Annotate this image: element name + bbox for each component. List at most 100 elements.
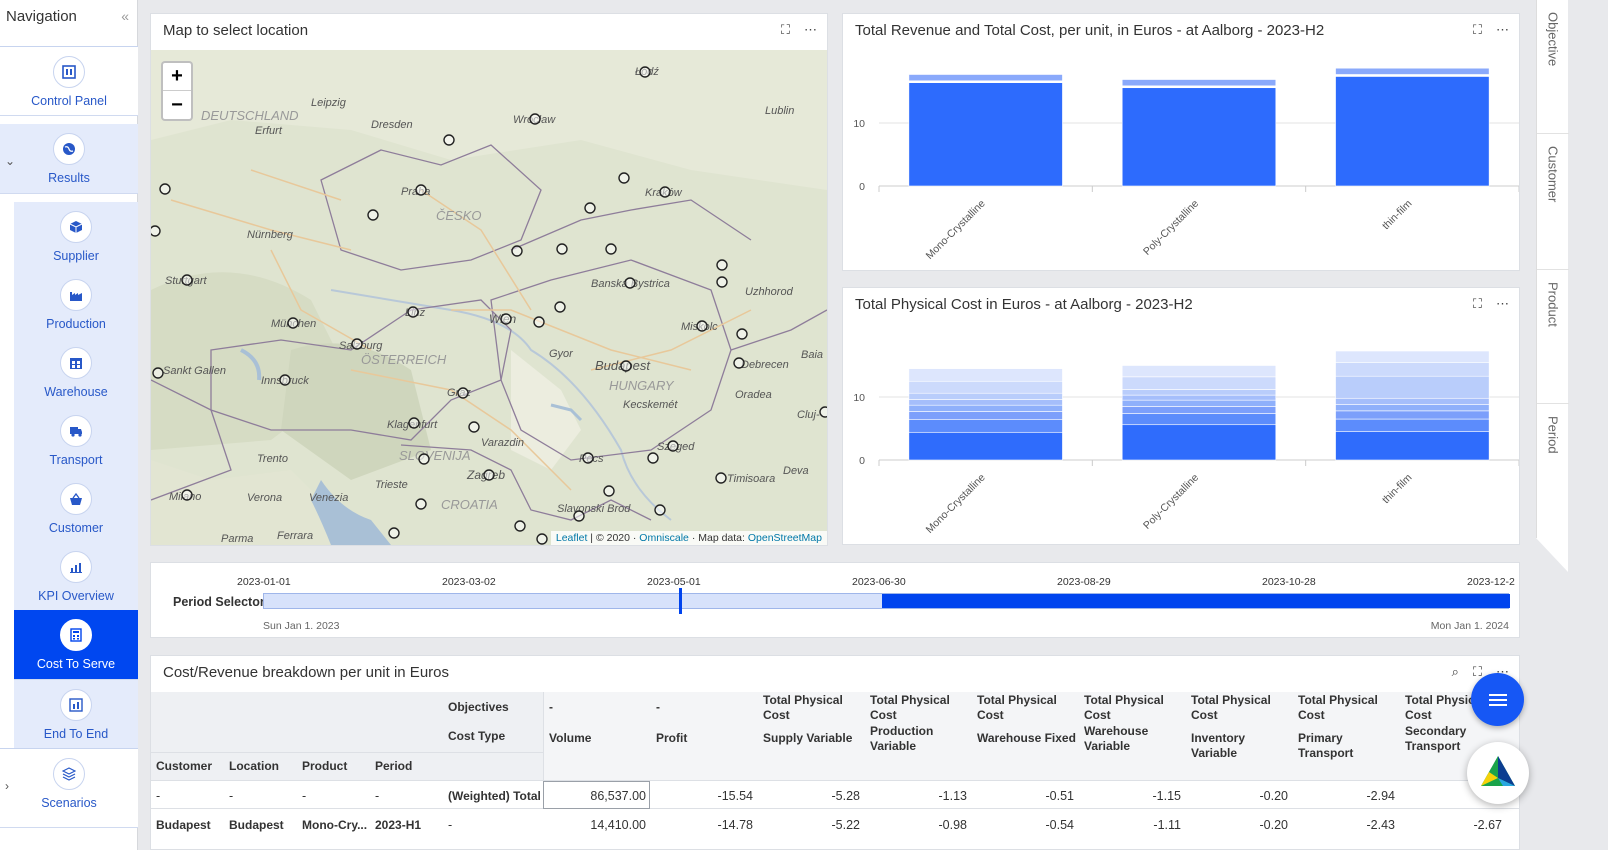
- chevron-right-icon[interactable]: ›: [5, 779, 9, 793]
- nav-item-scenarios[interactable]: › Scenarios: [0, 748, 138, 828]
- tab-objective[interactable]: Objective: [1537, 0, 1569, 134]
- dim-header-product[interactable]: Product: [302, 759, 347, 774]
- location-marker[interactable]: [716, 276, 728, 288]
- more-icon[interactable]: ⋯: [804, 22, 817, 38]
- location-marker[interactable]: [181, 489, 193, 501]
- location-marker[interactable]: [603, 485, 615, 497]
- nav-item-supplier[interactable]: Supplier: [14, 202, 138, 272]
- column-cost-type[interactable]: Profit: [656, 731, 756, 746]
- nav-item-control-panel[interactable]: Control Panel: [0, 46, 138, 116]
- location-marker[interactable]: [483, 469, 495, 481]
- location-marker[interactable]: [514, 520, 526, 532]
- location-marker[interactable]: [457, 387, 469, 399]
- nav-item-end-to-end[interactable]: End To End: [14, 680, 138, 750]
- column-cost-type[interactable]: Warehouse Fixed: [977, 731, 1077, 746]
- leaflet-link[interactable]: Leaflet: [556, 532, 588, 544]
- nav-item-results[interactable]: ⌄ Results: [0, 124, 138, 194]
- location-marker[interactable]: [605, 243, 617, 255]
- location-marker[interactable]: [152, 367, 164, 379]
- location-marker[interactable]: [639, 66, 651, 78]
- period-handle[interactable]: [679, 588, 682, 614]
- location-marker[interactable]: [716, 259, 728, 271]
- search-icon[interactable]: ⌕: [1452, 664, 1459, 680]
- column-cost-type[interactable]: Volume: [549, 731, 649, 746]
- location-marker[interactable]: [351, 338, 363, 350]
- omniscale-link[interactable]: Omniscale: [639, 532, 689, 544]
- location-marker[interactable]: [151, 225, 161, 237]
- location-marker[interactable]: [667, 440, 679, 452]
- more-icon[interactable]: ⋯: [1496, 22, 1509, 38]
- openstreetmap-link[interactable]: OpenStreetMap: [748, 532, 822, 544]
- location-marker[interactable]: [418, 453, 430, 465]
- location-marker[interactable]: [819, 406, 827, 418]
- location-marker[interactable]: [511, 245, 523, 257]
- zoom-in-button[interactable]: +: [163, 63, 191, 91]
- location-marker[interactable]: [529, 113, 541, 125]
- nav-item-cost-to-serve[interactable]: Cost To Serve: [14, 610, 138, 680]
- tab-period[interactable]: Period: [1537, 404, 1569, 538]
- location-map[interactable]: Leipzig Dresden Erfurt DEUTSCHLAND Praha…: [151, 50, 827, 545]
- menu-fab-button[interactable]: [1471, 673, 1524, 726]
- location-marker[interactable]: [654, 504, 666, 516]
- zoom-out-button[interactable]: −: [163, 91, 191, 119]
- location-marker[interactable]: [367, 209, 379, 221]
- location-marker[interactable]: [659, 186, 671, 198]
- location-marker[interactable]: [408, 417, 420, 429]
- nav-item-customer[interactable]: Customer: [14, 474, 138, 544]
- location-marker[interactable]: [696, 320, 708, 332]
- fullscreen-icon[interactable]: ⛶: [781, 22, 790, 38]
- location-marker[interactable]: [554, 301, 566, 313]
- period-selector-track[interactable]: [263, 588, 1510, 614]
- map-label: ÖSTERREICH: [361, 352, 447, 367]
- cell-product: Mono-Cry...: [302, 818, 368, 832]
- column-cost-type[interactable]: Supply Variable: [763, 731, 863, 746]
- location-marker[interactable]: [500, 313, 512, 325]
- map-label: SLOVENIJA: [399, 448, 471, 463]
- fullscreen-icon[interactable]: ⛶: [1473, 296, 1482, 312]
- location-marker[interactable]: [582, 452, 594, 464]
- dim-header-location[interactable]: Location: [229, 759, 279, 774]
- location-marker[interactable]: [620, 360, 632, 372]
- location-marker[interactable]: [733, 357, 745, 369]
- nav-item-warehouse[interactable]: Warehouse: [14, 338, 138, 408]
- location-marker[interactable]: [618, 172, 630, 184]
- dim-header-customer[interactable]: Customer: [156, 759, 212, 774]
- location-marker[interactable]: [573, 510, 585, 522]
- app-logo-button[interactable]: [1467, 742, 1529, 804]
- column-cost-type[interactable]: Production Variable: [870, 724, 965, 754]
- location-marker[interactable]: [715, 472, 727, 484]
- location-marker[interactable]: [736, 328, 748, 340]
- nav-label: Cost To Serve: [36, 657, 116, 671]
- location-marker[interactable]: [159, 183, 171, 195]
- more-icon[interactable]: ⋯: [1496, 296, 1509, 312]
- location-marker[interactable]: [279, 374, 291, 386]
- location-marker[interactable]: [181, 274, 193, 286]
- location-marker[interactable]: [415, 498, 427, 510]
- tab-product[interactable]: Product: [1537, 270, 1569, 404]
- location-marker[interactable]: [556, 243, 568, 255]
- selected-period-range[interactable]: [882, 594, 1510, 608]
- location-marker[interactable]: [287, 317, 299, 329]
- location-marker[interactable]: [584, 202, 596, 214]
- nav-item-kpi-overview[interactable]: KPI Overview: [14, 542, 138, 612]
- location-marker[interactable]: [647, 452, 659, 464]
- location-marker[interactable]: [407, 306, 419, 318]
- tab-customer[interactable]: Customer: [1537, 134, 1569, 270]
- chevron-down-icon[interactable]: ⌄: [5, 154, 15, 168]
- column-cost-type[interactable]: Inventory Variable: [1191, 731, 1291, 761]
- location-marker[interactable]: [443, 134, 455, 146]
- nav-item-production[interactable]: Production: [14, 270, 138, 340]
- location-marker[interactable]: [624, 277, 636, 289]
- location-marker[interactable]: [468, 421, 480, 433]
- column-cost-type[interactable]: Primary Transport: [1298, 731, 1398, 761]
- location-marker[interactable]: [415, 184, 427, 196]
- location-marker[interactable]: [388, 527, 400, 539]
- column-cost-type[interactable]: Warehouse Variable: [1084, 724, 1179, 754]
- nav-item-transport[interactable]: Transport: [14, 406, 138, 476]
- fullscreen-icon[interactable]: ⛶: [1473, 22, 1482, 38]
- location-marker[interactable]: [536, 533, 548, 545]
- collapse-sidebar-icon[interactable]: «: [121, 8, 129, 24]
- dim-header-period[interactable]: Period: [375, 759, 412, 774]
- map-label: Baia: [801, 349, 823, 361]
- location-marker[interactable]: [533, 316, 545, 328]
